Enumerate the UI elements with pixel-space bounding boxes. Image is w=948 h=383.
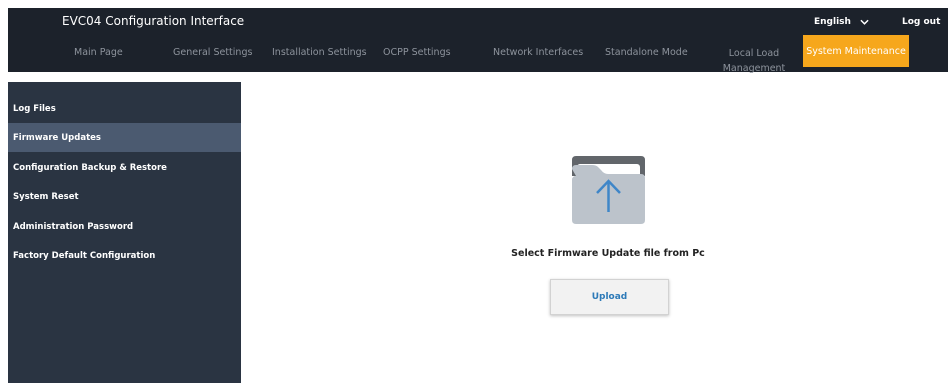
app-frame: EVC04 Configuration Interface English Lo… (8, 8, 948, 383)
select-firmware-label: Select Firmware Update file from Pc (511, 248, 705, 259)
nav-system-maintenance[interactable]: System Maintenance (803, 35, 909, 67)
nav-local-load-management[interactable]: Local Load Management (719, 46, 789, 76)
nav-ocpp-settings[interactable]: OCPP Settings (383, 46, 451, 60)
sidebar-item-system-reset[interactable]: System Reset (8, 182, 241, 211)
sidebar-item-firmware-updates[interactable]: Firmware Updates (8, 123, 241, 152)
nav-main-page[interactable]: Main Page (74, 46, 123, 60)
nav-general-settings[interactable]: General Settings (173, 46, 252, 60)
nav-installation-settings[interactable]: Installation Settings (272, 46, 367, 60)
folder-upload-icon (572, 156, 645, 224)
app-title: EVC04 Configuration Interface (62, 14, 245, 28)
sidebar-item-log-files[interactable]: Log Files (8, 94, 241, 123)
sidebar-item-configuration-backup-restore[interactable]: Configuration Backup & Restore (8, 153, 241, 182)
upload-button[interactable]: Upload (550, 279, 669, 315)
nav-network-interfaces[interactable]: Network Interfaces (493, 46, 583, 60)
nav-standalone-mode[interactable]: Standalone Mode (605, 46, 688, 60)
chevron-down-icon[interactable] (860, 18, 869, 26)
language-selector[interactable]: English (814, 17, 851, 27)
sidebar-item-administration-password[interactable]: Administration Password (8, 212, 241, 241)
sidebar: Log Files Firmware Updates Configuration… (8, 82, 241, 383)
sidebar-item-factory-default-configuration[interactable]: Factory Default Configuration (8, 241, 241, 270)
top-header: EVC04 Configuration Interface English Lo… (8, 8, 948, 74)
logout-link[interactable]: Log out (902, 17, 940, 27)
